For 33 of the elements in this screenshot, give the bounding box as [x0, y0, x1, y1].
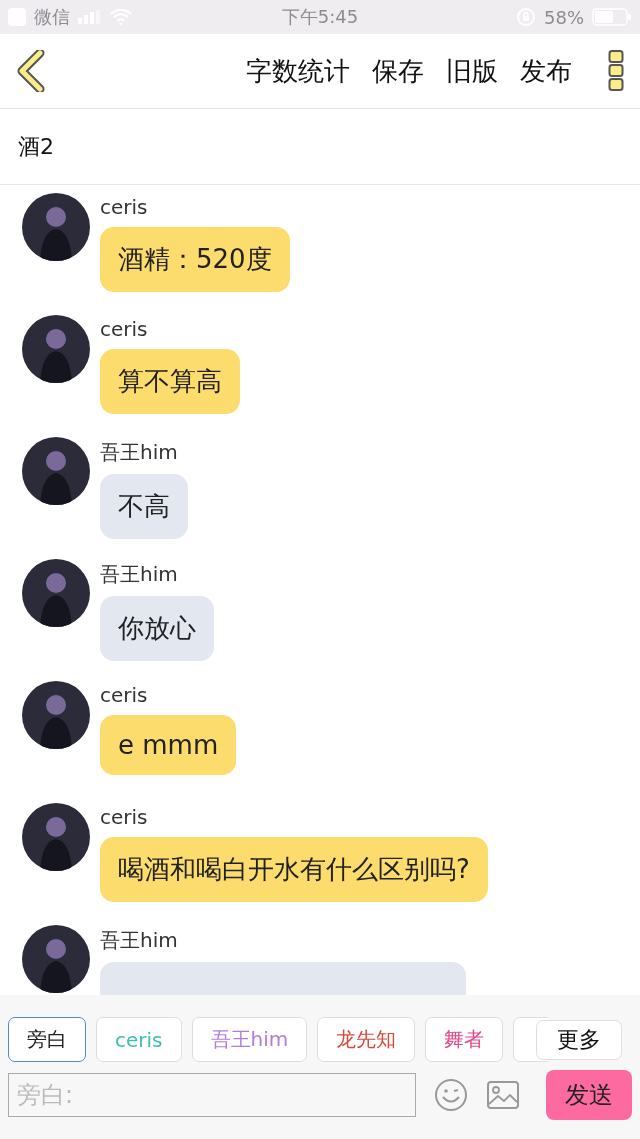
sender-name: 吾王him	[100, 561, 178, 588]
toolbar-action[interactable]: 保存	[372, 53, 424, 89]
sender-name: ceris	[100, 195, 148, 219]
more-speakers-button[interactable]: 更多	[536, 1020, 622, 1060]
message-bubble: 算不算高	[100, 349, 240, 414]
toolbar-action[interactable]: 旧版	[446, 53, 498, 89]
sender-name: ceris	[100, 805, 148, 829]
back-button[interactable]	[16, 50, 46, 92]
menu-icon	[608, 50, 624, 92]
sender-name: ceris	[100, 683, 148, 707]
chevron-left-icon	[16, 50, 46, 92]
more-menu-button[interactable]	[608, 50, 624, 92]
back-app-label: 微信	[34, 5, 70, 29]
message-bubble: 不高	[100, 474, 188, 539]
sender-name: 吾王him	[100, 927, 178, 954]
send-button[interactable]: 发送	[546, 1070, 632, 1120]
message-bubble: 你放心	[100, 596, 214, 661]
message-bubble: 酒精：520度	[100, 227, 290, 292]
input-field[interactable]: 旁白:	[8, 1073, 416, 1117]
sender-name: ceris	[100, 317, 148, 341]
image-icon[interactable]	[486, 1080, 520, 1110]
emoji-icon[interactable]	[434, 1078, 468, 1112]
speaker-chip[interactable]: 舞者	[425, 1017, 504, 1062]
story-title: 酒2	[18, 132, 54, 161]
message-bubble: e mmm	[100, 715, 237, 775]
toolbar-action[interactable]: 字数统计	[246, 53, 350, 89]
battery-percent: 58%	[544, 6, 584, 28]
speaker-chip[interactable]: 龙先知	[317, 1017, 416, 1062]
message-bubble: 喝酒和喝白开水有什么区别吗?	[100, 837, 488, 902]
speaker-chip[interactable]: 旁白	[8, 1017, 86, 1062]
clock-time: 下午5:45	[281, 5, 359, 29]
sender-name: 吾王him	[100, 439, 178, 466]
toolbar-action[interactable]: 发布	[520, 53, 572, 89]
